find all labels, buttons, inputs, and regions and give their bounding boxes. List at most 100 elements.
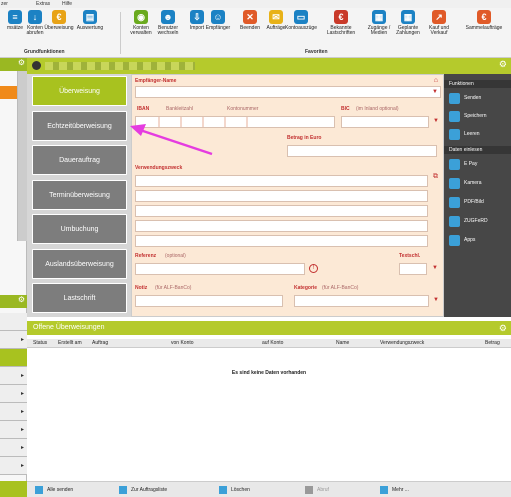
- bottom-button-4[interactable]: Mehr ...: [380, 486, 409, 494]
- gear-icon[interactable]: ⚙: [18, 295, 25, 304]
- chevron-down-icon[interactable]: ▼: [432, 265, 438, 271]
- text-key-label: Textschl.: [399, 253, 421, 259]
- transfer-type-0[interactable]: Überweisung: [32, 76, 127, 106]
- amount-input[interactable]: [287, 145, 437, 157]
- pdf-label: PDF/Bild: [464, 199, 484, 205]
- reference-note: (optional): [165, 253, 186, 259]
- sidebar-row[interactable]: ▸: [0, 421, 27, 439]
- bottom-button-2[interactable]: Löschen: [219, 486, 250, 494]
- column-header[interactable]: auf Konto: [262, 339, 283, 348]
- purpose-line-2[interactable]: [135, 190, 428, 202]
- mail-icon: ✉: [269, 10, 283, 24]
- save-icon: [449, 110, 460, 122]
- column-header[interactable]: Verwendungszweck: [380, 339, 424, 348]
- ribbon-button-calendar-euro[interactable]: ▦ Geplante Zahlungen: [393, 10, 423, 42]
- transfer-type-6[interactable]: Lastschrift: [32, 283, 127, 313]
- gear-icon[interactable]: ⚙: [18, 58, 25, 67]
- sidebar-selected-account[interactable]: [0, 86, 17, 99]
- chevron-down-icon[interactable]: ▼: [433, 118, 439, 124]
- recipient-input[interactable]: ▼: [135, 86, 441, 98]
- close-icon: ✕: [243, 10, 257, 24]
- transfer-type-2[interactable]: Dauerauftrag: [32, 145, 127, 175]
- users-icon: ☻: [161, 10, 175, 24]
- sidebar-row-active[interactable]: [0, 349, 27, 367]
- gear-icon[interactable]: ⚙: [499, 321, 507, 335]
- purpose-line-4[interactable]: [135, 220, 428, 232]
- euro-icon: €: [52, 10, 66, 24]
- import-icon: ⇩: [190, 10, 204, 24]
- text-key-input[interactable]: [399, 263, 427, 275]
- sidebar-row[interactable]: [0, 313, 27, 331]
- ribbon-button-users[interactable]: ☻ Benutzer wechseln: [153, 10, 183, 42]
- note-input[interactable]: [135, 295, 283, 307]
- ribbon-button-statement[interactable]: ▭ Kontoauszüge: [285, 10, 317, 42]
- column-header[interactable]: Auftrag: [92, 339, 108, 348]
- bic-input[interactable]: [341, 116, 429, 128]
- purpose-line-5[interactable]: [135, 235, 428, 247]
- euro-check-icon: €: [334, 10, 348, 24]
- bic-label: BIC: [341, 106, 350, 112]
- apps-button[interactable]: Apps: [449, 232, 509, 248]
- column-header[interactable]: Status: [33, 339, 47, 348]
- trash-icon: [219, 486, 227, 494]
- bottom-button-1[interactable]: Zur Auftragsliste: [119, 486, 167, 494]
- sidebar-row[interactable]: ▸: [0, 439, 27, 457]
- clear-button[interactable]: Leeren: [449, 126, 509, 142]
- ribbon-button-label: Beenden: [239, 25, 261, 31]
- iban-label: IBAN: [137, 106, 150, 112]
- purpose-line-1[interactable]: [135, 175, 428, 187]
- ribbon-button-label: Auswertung: [76, 25, 104, 31]
- send-button[interactable]: Senden: [449, 90, 509, 106]
- sidebar-row[interactable]: ▸: [0, 457, 27, 475]
- transfer-type-1[interactable]: Echtzeitüberweisung: [32, 110, 127, 141]
- reference-input[interactable]: [135, 263, 305, 275]
- ribbon-button-label: Geplante Zahlungen: [396, 25, 420, 36]
- account-number-label: Kontonummer: [227, 106, 259, 112]
- bottom-button-3[interactable]: Abruf: [305, 486, 329, 494]
- transfer-type-5[interactable]: Auslandsüberweisung: [32, 248, 127, 279]
- account-icon[interactable]: [32, 61, 41, 70]
- save-button[interactable]: Speichern: [449, 108, 509, 124]
- chevron-down-icon[interactable]: ▼: [433, 297, 439, 303]
- sidebar-row[interactable]: ▸: [0, 367, 27, 385]
- column-header[interactable]: Name: [336, 339, 349, 348]
- ribbon-button-label: Bekannte Lastschriften: [326, 25, 356, 36]
- transfer-type-4[interactable]: Umbuchung: [32, 214, 127, 244]
- ribbon-button-euro[interactable]: € Überweisung: [44, 10, 74, 42]
- column-header[interactable]: Erstellt am: [58, 339, 82, 348]
- menu-item-help[interactable]: Hilfe: [62, 1, 72, 7]
- chevron-down-icon[interactable]: ▼: [432, 89, 438, 95]
- ribbon-button-media[interactable]: ▦ Zugänge / Medien: [364, 10, 394, 42]
- transfer-type-3[interactable]: Terminüberweisung: [32, 179, 127, 210]
- column-header[interactable]: Betrag: [485, 339, 500, 348]
- gear-icon[interactable]: ⚙: [499, 59, 507, 70]
- menu-item-zer[interactable]: zer: [1, 1, 8, 7]
- camera-button[interactable]: Kamera: [449, 175, 509, 191]
- menu-item-extras[interactable]: Extras: [36, 1, 50, 7]
- ribbon-button-chart[interactable]: ▤ Auswertung: [75, 10, 105, 42]
- sidebar-row[interactable]: ▸: [0, 385, 27, 403]
- pdf-button[interactable]: PDF/Bild: [449, 194, 509, 210]
- ribbon-button-person[interactable]: ☺ Empfänger: [203, 10, 233, 42]
- column-header[interactable]: von Konto: [171, 339, 194, 348]
- pending-transfers-title: Offene Überweisungen: [33, 324, 105, 331]
- reference-label: Referenz: [135, 253, 157, 259]
- address-book-icon[interactable]: ⌂: [434, 77, 438, 84]
- zugferd-button[interactable]: ZUGFeRD: [449, 213, 509, 229]
- category-input[interactable]: [294, 295, 429, 307]
- bottom-button-0[interactable]: Alle senden: [35, 486, 73, 494]
- template-icon[interactable]: ⧉: [433, 173, 438, 181]
- sidebar-scrollbar[interactable]: [17, 71, 27, 241]
- ribbon-button-accounts[interactable]: ◉ Konten verwalten: [126, 10, 156, 42]
- iban-input[interactable]: [135, 116, 335, 128]
- sidebar-row[interactable]: ▸: [0, 403, 27, 421]
- accounts-icon: ◉: [134, 10, 148, 24]
- sidebar-gear-bar-2: ⚙: [0, 295, 27, 308]
- sidebar-row[interactable]: ▸: [0, 331, 27, 349]
- purpose-line-3[interactable]: [135, 205, 428, 217]
- epay-button[interactable]: E Pay: [449, 156, 509, 172]
- info-icon[interactable]: !: [309, 264, 318, 273]
- ribbon-button-euro-check[interactable]: € Bekannte Lastschriften: [326, 10, 356, 42]
- ribbon-button-batch-euro[interactable]: € Sammelaufträge: [458, 10, 510, 42]
- ribbon-button-trend[interactable]: ↗ Kauf und Verkauf: [424, 10, 454, 42]
